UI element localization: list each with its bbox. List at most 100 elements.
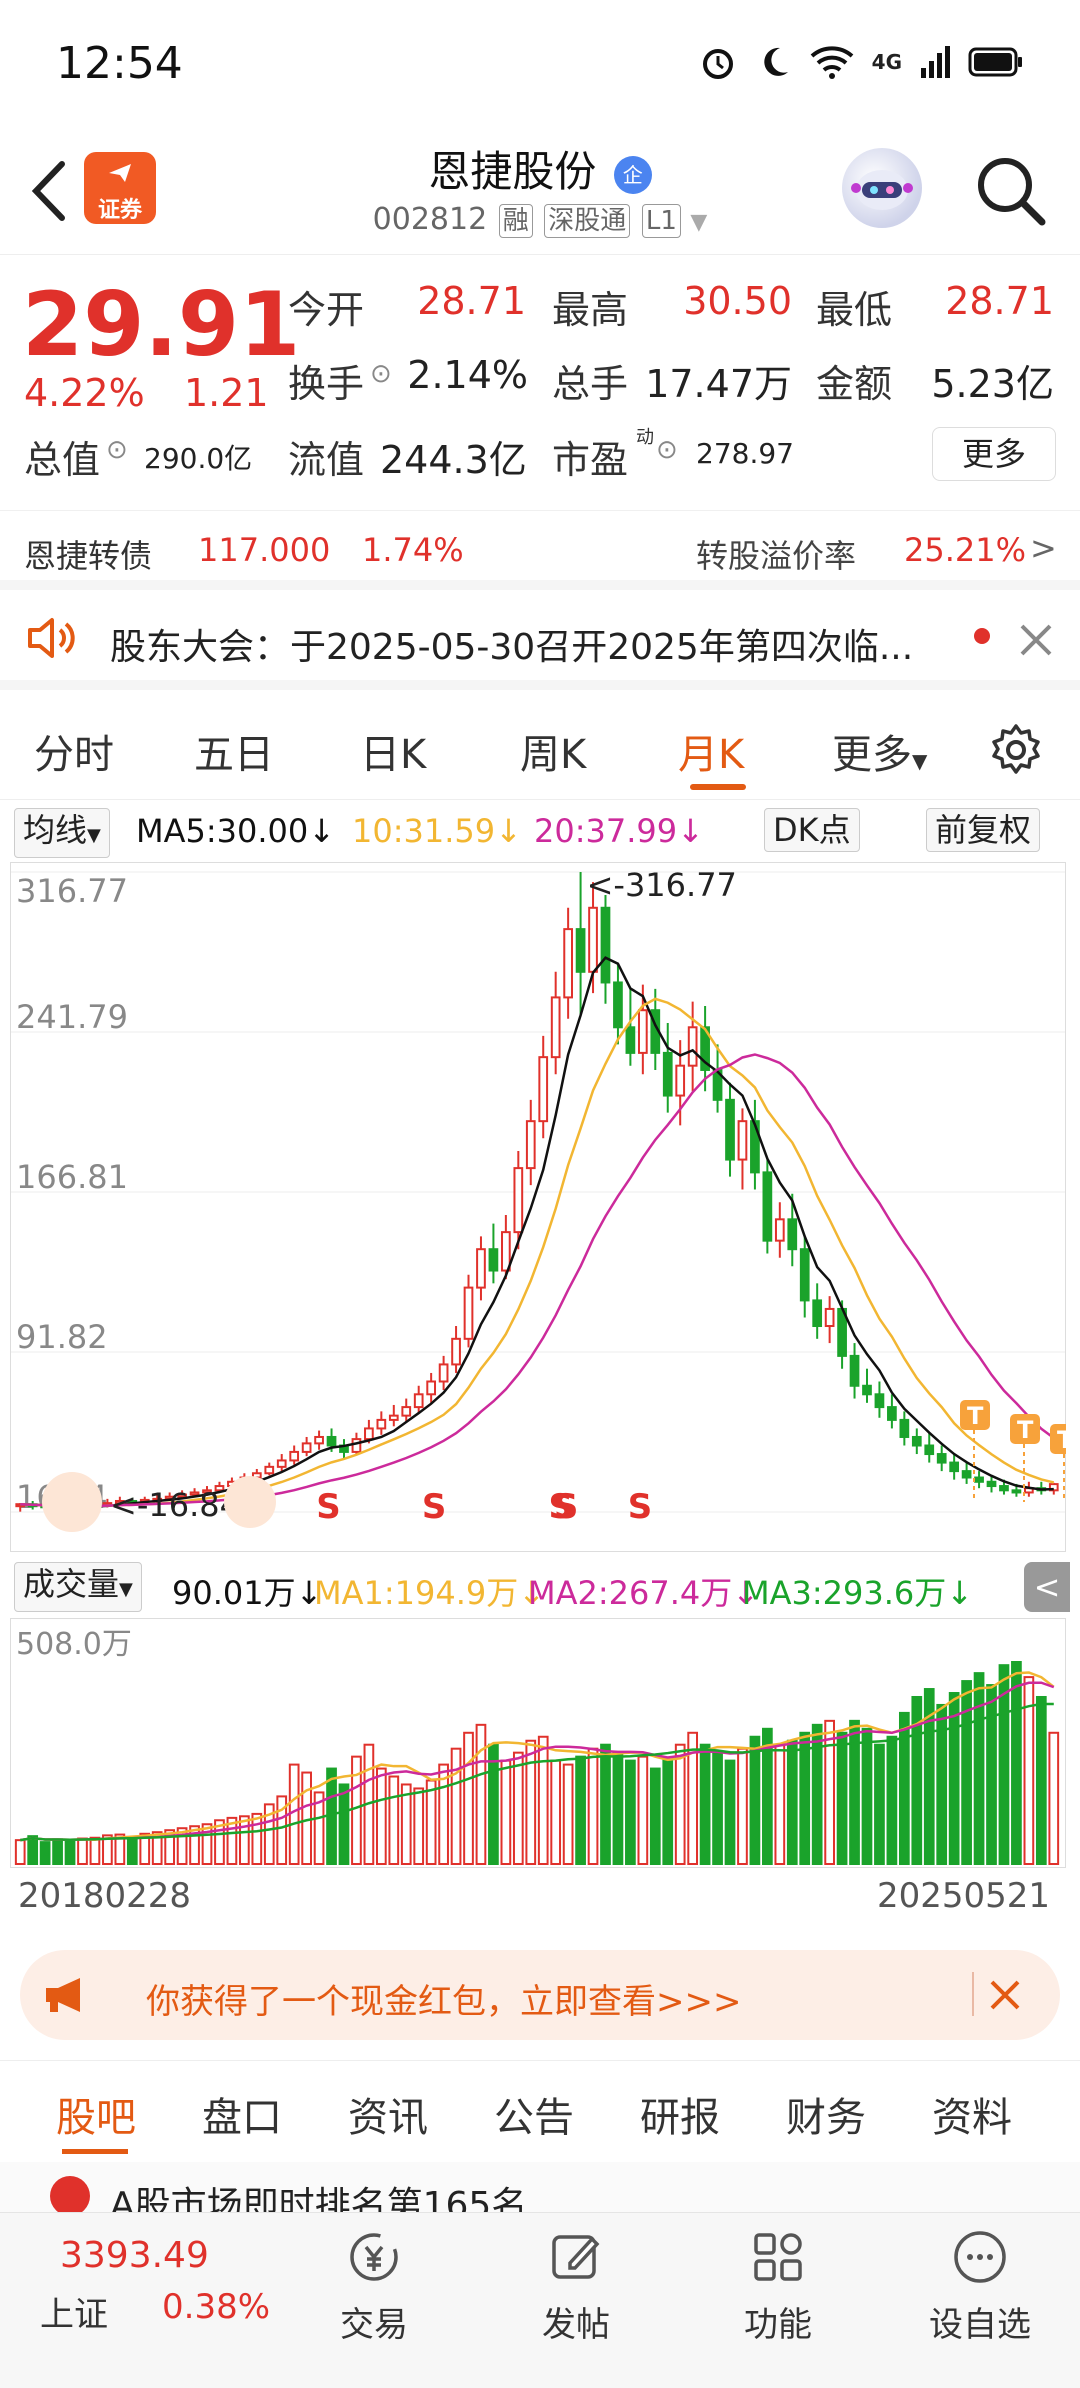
nav-functions-label: 功能 [744,2305,812,2345]
signal-button-icon [42,1472,102,1532]
candle-body [799,1248,810,1302]
tab-news[interactable]: 资讯 [348,2085,428,2143]
chevron-right-icon: > [1030,529,1057,567]
volume-bar [712,1751,723,1866]
adjust-button[interactable]: 前复权 [926,808,1041,852]
y-tick-label: 91.82 [16,1318,108,1356]
last-price: 29.91 [22,273,301,376]
dk-point-button[interactable]: DK点 [764,808,860,852]
search-icon[interactable] [972,152,1048,228]
volume-bar [948,1692,960,1865]
notice-text: 股东大会：于2025-05-30召开2025年第四次临... [110,627,914,668]
more-dots-icon [954,2231,1006,2283]
pe-label: 市盈 [552,438,629,482]
volume-bar [637,1755,649,1866]
index-value[interactable]: 3393.49 [60,2235,209,2276]
volume-bar [550,1759,562,1865]
info-dots-icon[interactable]: ⊙ [656,435,678,465]
volume-bar [575,1755,586,1866]
tab-day-k[interactable]: 日K [360,722,426,780]
nav-post[interactable]: 发帖 [496,2227,656,2346]
tab-month-k[interactable]: 月K [678,722,744,780]
tab-announcements[interactable]: 公告 [494,2085,574,2143]
tab-more[interactable]: 更多▼ [832,722,927,780]
nav-trade[interactable]: 交易 [294,2227,454,2346]
volume-bar [886,1735,898,1865]
candle-body [550,996,561,1059]
volume-bar [625,1759,636,1865]
high-label: 最高 [552,288,629,332]
volume-bar [874,1743,885,1865]
red-packet-banner[interactable]: 你获得了一个现金红包，立即查看>>> [20,1950,1060,2040]
nav-add-watchlist[interactable]: 设自选 [900,2227,1060,2346]
volume-bar [27,1835,39,1866]
notice-bar[interactable]: 股东大会：于2025-05-30召开2025年第四次临... [0,590,1080,690]
volume-bar [388,1775,400,1865]
more-quote-button[interactable]: 更多 [932,427,1056,481]
volume-chart[interactable]: 508.0万 [10,1618,1066,1868]
grid-icon [754,2233,802,2281]
volume-bar [749,1735,761,1865]
close-icon[interactable] [1018,622,1054,658]
candle-body [824,1307,835,1328]
low-label: 最低 [816,288,893,332]
y-tick-label: 316.77 [16,872,128,910]
nav-functions[interactable]: 功能 [698,2227,858,2346]
settings-gear-icon[interactable] [988,722,1044,778]
candle-body [899,1418,910,1438]
candle-body [725,1098,735,1161]
candle-body [575,928,586,973]
nav-trade-label: 交易 [340,2305,408,2345]
nav-add-watchlist-label: 设自选 [929,2305,1031,2345]
convertible-bond-row[interactable]: 恩捷转债 117.000 1.74% 转股溢价率 25.21% > [0,510,1080,590]
volume-selector[interactable]: 成交量▼ [14,1562,142,1612]
tab-guba[interactable]: 股吧 [56,2085,136,2143]
candle-body [849,1354,860,1387]
y-tick-label: 241.79 [16,998,128,1036]
tab-orderbook[interactable]: 盘口 [202,2085,282,2143]
signal-icon [921,46,950,78]
info-dots-icon[interactable]: ⊙ [370,359,392,389]
tab-intraday[interactable]: 分时 [34,722,114,780]
unread-dot [974,628,990,644]
status-icons: 4G [698,42,1024,82]
ma-selector[interactable]: 均线▼ [14,808,110,858]
float-value: 244.3亿 [380,438,527,482]
volume-bar [824,1719,835,1866]
status-bar: 12:54 4G [0,0,1080,130]
volume-bar [201,1823,213,1865]
volume-label: 总手 [552,362,629,406]
close-icon[interactable] [988,1978,1022,2012]
divider [972,1972,974,2016]
volume-bar [52,1838,63,1865]
candle-body [675,1064,686,1097]
volume-selector-label: 成交量 [23,1565,120,1603]
kline-chart[interactable]: 316.77241.79166.8191.8216.84<-316.77<-16… [10,862,1066,1552]
expand-button-icon [224,1476,276,1528]
candle-body [762,1171,773,1242]
info-dots-icon[interactable]: ⊙ [106,435,128,465]
collapse-chevron-icon[interactable]: < [1024,1562,1070,1612]
candle-body [538,1056,549,1123]
volume-bar [39,1841,51,1866]
assistant-avatar[interactable] [842,148,922,228]
info-tabs: 股吧 盘口 资讯 公告 研报 财务 资料 [0,2060,1080,2160]
chart-frame [10,862,1066,1552]
volume-bar [77,1837,88,1865]
tab-research[interactable]: 研报 [640,2085,720,2143]
candle-body [662,1051,673,1097]
quote-panel: 29.91 4.22% 1.21 今开 28.71 最高 30.50 最低 28… [0,255,1080,495]
feed-peek: A股市场即时排名第165名 [0,2162,1080,2212]
volume-bar [562,1763,574,1865]
candle-body [351,1438,362,1453]
candle-body [687,1026,698,1067]
tab-profile[interactable]: 资料 [932,2085,1012,2143]
premium-label: 转股溢价率 [696,537,857,575]
tab-week-k[interactable]: 周K [520,722,586,780]
megaphone-icon [46,1978,80,2012]
mktcap-value: 290.0亿 [144,442,253,475]
volume-bar [288,1763,300,1865]
tab-financials[interactable]: 财务 [786,2085,866,2143]
candle-body [887,1406,897,1421]
tab-five-day[interactable]: 五日 [194,722,274,780]
